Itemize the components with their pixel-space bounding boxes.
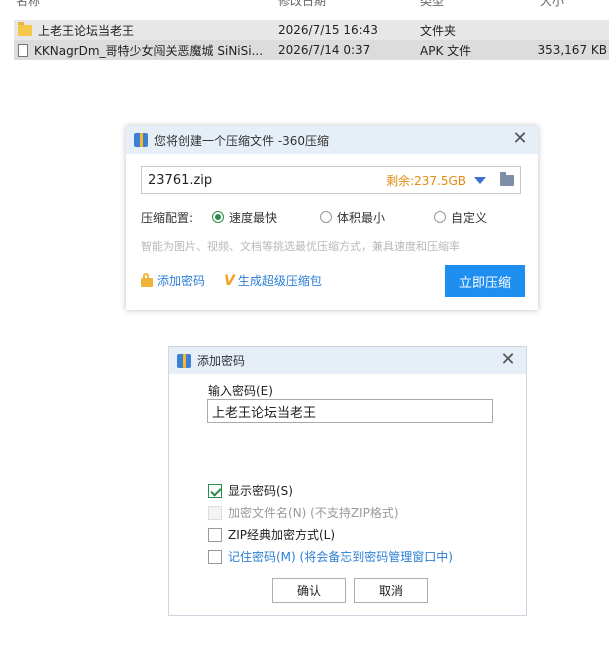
radio-custom[interactable]: 自定义 [434,209,487,226]
radio-on-icon [212,211,224,223]
zip-classic-encryption-checkbox[interactable]: ZIP经典加密方式(L) [208,526,335,543]
archive-name-field[interactable]: 23761.zip 剩余:237.5GB [141,166,521,194]
radio-off-icon [434,211,446,223]
radio-off-icon [320,211,332,223]
archive-name-input[interactable]: 23761.zip [148,173,386,188]
super-package-link[interactable]: V 生成超级压缩包 [224,272,322,289]
free-space-label: 剩余:237.5GB [386,173,466,188]
browse-folder-icon[interactable] [500,171,514,186]
v-badge-icon: V [224,272,235,289]
file-icon [18,43,28,57]
folder-icon [18,21,32,36]
add-password-label: 添加密码 [157,274,206,288]
file-name: KKNagrDm_哥特少女闯关恶魔城 SiNiSi... [34,43,264,58]
close-icon[interactable]: ✕ [500,351,516,369]
remember-password-checkbox[interactable]: 记住密码(M) (将会备忘到密码管理窗口中) [208,548,453,565]
password-dialog-titlebar[interactable]: 添加密码 ✕ [169,347,526,374]
checkbox-label: 记住密码(M) (将会备忘到密码管理窗口中) [228,550,453,564]
compress-dialog: 您将创建一个压缩文件 -360压缩 ✕ 23761.zip 剩余:237.5GB… [126,126,538,310]
radio-smallest[interactable]: 体积最小 [320,209,385,226]
file-name: 上老王论坛当老王 [38,23,135,38]
compress-config-row: 压缩配置: 速度最快 体积最小 自定义 [141,208,521,226]
password-label: 输入密码(E) [208,384,273,398]
checkbox-unchecked-icon [208,549,222,564]
compress-now-button[interactable]: 立即压缩 [445,265,525,297]
show-password-checkbox[interactable]: 显示密码(S) [208,482,293,499]
dialog-title: 添加密码 [197,354,246,368]
cancel-button[interactable]: 取消 [354,578,428,603]
ok-button[interactable]: 确认 [272,578,346,603]
file-date: 2026/7/15 16:43 [278,23,378,37]
compress-dialog-titlebar[interactable]: 您将创建一个压缩文件 -360压缩 ✕ [126,126,538,154]
file-list-header: 名称 修改日期 类型 大小 [0,0,609,10]
radio-label: 速度最快 [229,210,278,225]
file-row-apk[interactable]: KKNagrDm_哥特少女闯关恶魔城 SiNiSi... 2026/7/14 0… [14,40,609,60]
add-password-link[interactable]: 添加密码 [141,272,205,289]
chevron-down-icon[interactable] [474,176,486,184]
config-label: 压缩配置: [141,210,194,225]
config-hint: 智能为图片、视频、文档等挑选最优压缩方式，兼具速度和压缩率 [141,240,460,253]
super-package-label: 生成超级压缩包 [237,274,322,288]
column-date[interactable]: 修改日期 [278,0,326,9]
app-360zip-icon [134,133,148,147]
file-row-folder[interactable]: 上老王论坛当老王 2026/7/15 16:43 文件夹 [14,20,609,40]
checkbox-checked-icon [208,483,222,498]
checkbox-label: 加密文件名(N) (不支持ZIP格式) [228,506,399,520]
column-type[interactable]: 类型 [420,0,444,9]
checkbox-disabled-icon [208,505,222,520]
password-dialog: 添加密码 ✕ 输入密码(E) 上老王论坛当老王 显示密码(S) 加密文件名(N)… [168,346,527,616]
app-360zip-icon [177,353,191,368]
dialog-title: 您将创建一个压缩文件 -360压缩 [154,133,330,148]
checkbox-label: 显示密码(S) [228,484,293,498]
radio-label: 体积最小 [337,210,386,225]
file-date: 2026/7/14 0:37 [278,43,371,57]
checkbox-unchecked-icon [208,527,222,542]
column-size[interactable]: 大小 [540,0,564,9]
password-input[interactable]: 上老王论坛当老王 [207,399,493,423]
file-type: 文件夹 [420,23,457,38]
column-name[interactable]: 名称 [16,0,40,9]
close-icon[interactable]: ✕ [512,130,528,148]
radio-label: 自定义 [451,210,488,225]
checkbox-label: ZIP经典加密方式(L) [228,528,336,542]
radio-fastest[interactable]: 速度最快 [212,209,277,226]
file-size: 353,167 KB [537,43,607,57]
file-type: APK 文件 [420,43,472,58]
encrypt-filename-checkbox: 加密文件名(N) (不支持ZIP格式) [208,504,399,521]
lock-icon [141,273,153,287]
